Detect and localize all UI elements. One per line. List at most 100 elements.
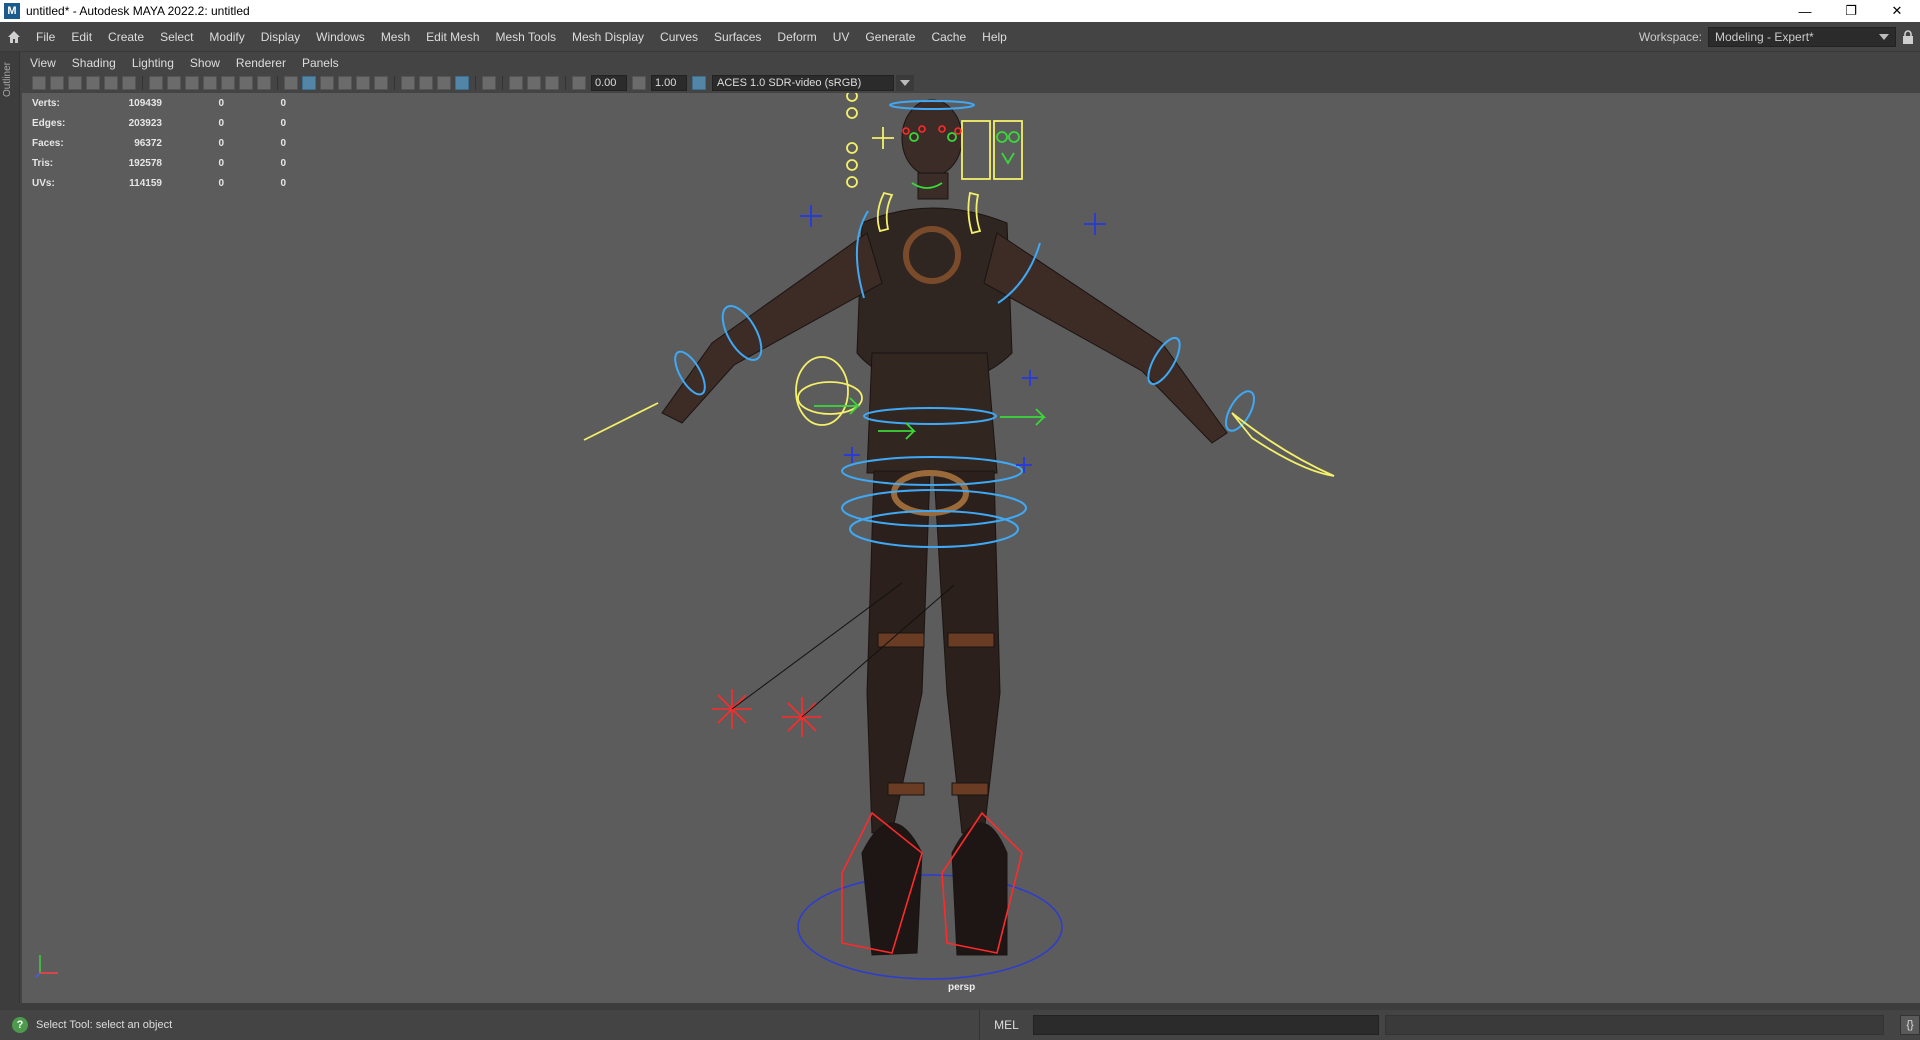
gamma-icon[interactable] <box>632 76 646 90</box>
2d-pan-zoom-icon[interactable] <box>104 76 118 90</box>
menu-file[interactable]: File <box>28 22 63 52</box>
panel-menu-shading[interactable]: Shading <box>64 56 124 70</box>
film-gate-icon[interactable] <box>167 76 181 90</box>
perspective-viewport[interactable]: Verts: 109439 0 0 Edges: 203923 0 0 Face… <box>22 93 1920 1003</box>
character-body <box>661 99 1228 956</box>
xray-icon[interactable] <box>509 76 523 90</box>
xray-active-icon[interactable] <box>527 76 541 90</box>
color-management-value: ACES 1.0 SDR-video (sRGB) <box>717 77 862 89</box>
grid-icon[interactable] <box>149 76 163 90</box>
lock-icon[interactable] <box>1896 22 1920 52</box>
menu-windows[interactable]: Windows <box>308 22 373 52</box>
color-management-dropdown[interactable]: ACES 1.0 SDR-video (sRGB) <box>712 75 894 91</box>
help-text: Select Tool: select an object <box>35 1019 173 1031</box>
menu-mesh-display[interactable]: Mesh Display <box>564 22 652 52</box>
workspace-label: Workspace: <box>1638 30 1702 44</box>
hud-value: 0 <box>280 157 286 169</box>
hud-row-tris: Tris: 192578 0 0 <box>32 153 286 173</box>
hud-value: 0 <box>280 97 286 109</box>
status-divider <box>0 1003 1920 1010</box>
hud-label: Verts: <box>32 97 60 109</box>
menu-edit-mesh[interactable]: Edit Mesh <box>418 22 487 52</box>
panel-menu-show[interactable]: Show <box>182 56 228 70</box>
script-editor-icon[interactable]: {} <box>1900 1015 1920 1035</box>
wireframe-icon[interactable] <box>284 76 298 90</box>
use-all-lights-icon[interactable] <box>374 76 388 90</box>
color-management-icon[interactable] <box>692 76 706 90</box>
hud-value: 0 <box>280 177 286 189</box>
hud-value: 0 <box>218 157 224 169</box>
menu-modify[interactable]: Modify <box>201 22 252 52</box>
hud-value: 203923 <box>128 117 162 129</box>
panel-menu-renderer[interactable]: Renderer <box>228 56 294 70</box>
resolution-gate-icon[interactable] <box>185 76 199 90</box>
restore-button[interactable]: ❐ <box>1828 0 1874 22</box>
safe-title-icon[interactable] <box>257 76 271 90</box>
close-button[interactable]: ✕ <box>1874 0 1920 22</box>
camera-attributes-icon[interactable] <box>50 76 64 90</box>
wireframe-on-shaded-icon[interactable] <box>338 76 352 90</box>
hud-value: 0 <box>280 137 286 149</box>
outliner-tab[interactable]: Outliner <box>0 52 20 1012</box>
menu-generate[interactable]: Generate <box>857 22 923 52</box>
motion-blur-icon[interactable] <box>437 76 451 90</box>
minimize-button[interactable]: — <box>1782 0 1828 22</box>
menu-create[interactable]: Create <box>100 22 152 52</box>
menu-help[interactable]: Help <box>974 22 1015 52</box>
viewport-toolbar: ACES 1.0 SDR-video (sRGB) <box>22 73 1920 93</box>
default-material-icon[interactable] <box>320 76 334 90</box>
menu-cache[interactable]: Cache <box>923 22 974 52</box>
safe-action-icon[interactable] <box>239 76 253 90</box>
shadows-icon[interactable] <box>401 76 415 90</box>
menu-mesh-tools[interactable]: Mesh Tools <box>488 22 564 52</box>
xray-joints-icon[interactable] <box>545 76 559 90</box>
hud-row-uvs: UVs: 114159 0 0 <box>32 173 286 193</box>
window-controls: — ❐ ✕ <box>1782 0 1920 22</box>
command-language-toggle[interactable]: MEL <box>978 1010 1033 1040</box>
field-chart-icon[interactable] <box>221 76 235 90</box>
panel-menu-bar: View Shading Lighting Show Renderer Pane… <box>22 53 1920 73</box>
menu-uv[interactable]: UV <box>825 22 858 52</box>
chevron-down-icon[interactable] <box>896 75 914 91</box>
gate-mask-icon[interactable] <box>203 76 217 90</box>
hud-value: 114159 <box>129 177 162 189</box>
panel-menu-panels[interactable]: Panels <box>294 56 347 70</box>
workspace-dropdown[interactable]: Modeling - Expert* <box>1708 27 1896 47</box>
home-icon[interactable] <box>0 22 28 52</box>
help-icon[interactable]: ? <box>12 1017 28 1033</box>
menu-mesh[interactable]: Mesh <box>373 22 418 52</box>
grease-pencil-icon[interactable] <box>122 76 136 90</box>
gamma-field[interactable] <box>651 75 687 91</box>
main-menu-bar: File Edit Create Select Modify Display W… <box>0 22 1920 52</box>
smooth-shade-icon[interactable] <box>302 76 316 90</box>
ambient-occlusion-icon[interactable] <box>419 76 433 90</box>
menu-display[interactable]: Display <box>253 22 308 52</box>
character-rig-scene <box>583 93 1335 980</box>
hud-label: Faces: <box>32 137 64 149</box>
hud-value: 0 <box>218 177 224 189</box>
anti-aliasing-icon[interactable] <box>455 76 469 90</box>
exposure-icon[interactable] <box>572 76 586 90</box>
hud-label: Edges: <box>32 117 66 129</box>
help-line: ? Select Tool: select an object MEL {} <box>0 1010 1920 1040</box>
select-camera-icon[interactable] <box>32 76 46 90</box>
menu-edit[interactable]: Edit <box>63 22 100 52</box>
panel-menu-lighting[interactable]: Lighting <box>124 56 182 70</box>
outliner-label: Outliner <box>2 62 13 98</box>
menu-curves[interactable]: Curves <box>652 22 706 52</box>
hud-row-verts: Verts: 109439 0 0 <box>32 93 286 113</box>
bookmark-icon[interactable] <box>68 76 82 90</box>
image-plane-icon[interactable] <box>86 76 100 90</box>
isolate-select-icon[interactable] <box>482 76 496 90</box>
window-title: untitled* - Autodesk MAYA 2022.2: untitl… <box>26 4 250 18</box>
menu-select[interactable]: Select <box>152 22 201 52</box>
hud-value: 109439 <box>128 97 162 109</box>
command-line-input[interactable] <box>1032 1015 1379 1035</box>
hud-value: 192578 <box>128 157 162 169</box>
chevron-down-icon <box>1879 34 1889 40</box>
panel-menu-view[interactable]: View <box>22 56 64 70</box>
menu-surfaces[interactable]: Surfaces <box>706 22 769 52</box>
textured-icon[interactable] <box>356 76 370 90</box>
exposure-field[interactable] <box>591 75 627 91</box>
menu-deform[interactable]: Deform <box>769 22 824 52</box>
